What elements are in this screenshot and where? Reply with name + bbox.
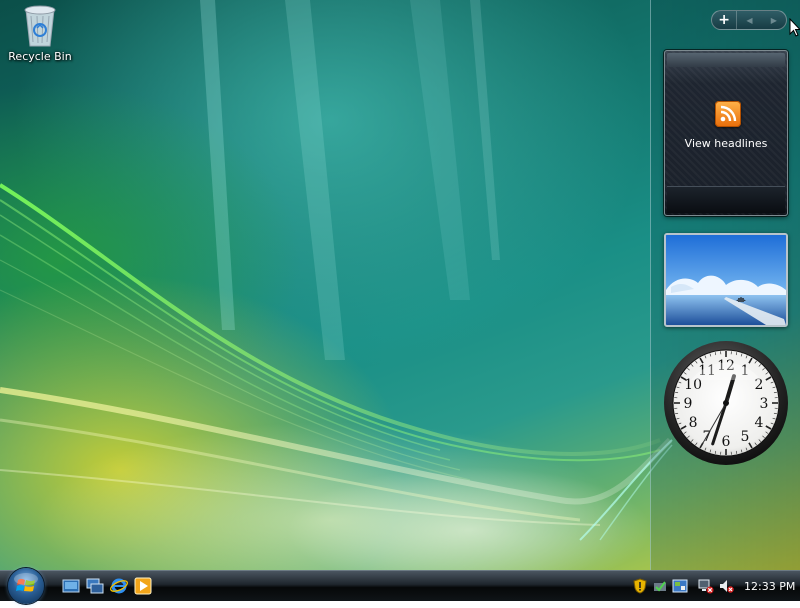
show-desktop-icon[interactable] (62, 577, 80, 595)
sidebar-controls: + ◀ ▶ (711, 10, 787, 30)
gadget-header-strip (667, 53, 785, 67)
mouse-cursor-icon (789, 18, 800, 37)
clock-number: 3 (760, 396, 769, 412)
clock-number: 4 (754, 415, 763, 431)
windows-security-alert-icon[interactable] (632, 578, 648, 594)
desktop-icon-label: Recycle Bin (8, 50, 71, 63)
desktop-icon-recycle-bin[interactable]: Recycle Bin (6, 2, 74, 63)
add-gadget-button[interactable]: + (712, 11, 737, 29)
notification-area: 12:33 PM (628, 571, 800, 601)
analog-clock: 121234567891011 (663, 340, 789, 466)
quick-launch-toolbar (62, 577, 152, 595)
slideshow-gadget[interactable] (664, 233, 788, 327)
rss-feed-icon[interactable] (715, 101, 741, 127)
view-headlines-link[interactable]: View headlines (665, 137, 787, 150)
windows-sidebar: + ◀ ▶ View headlines (650, 0, 800, 570)
next-gadgets-button[interactable]: ▶ (762, 11, 786, 29)
clock-number: 6 (722, 434, 731, 450)
taskbar-clock[interactable]: 12:33 PM (744, 580, 795, 593)
clock-number: 9 (684, 396, 693, 412)
previous-gadgets-button[interactable]: ◀ (737, 11, 761, 29)
gadget-footer-strip (667, 186, 785, 213)
network-disconnected-icon[interactable] (698, 578, 714, 594)
slideshow-photo (666, 235, 786, 325)
media-player-icon[interactable] (134, 577, 152, 595)
network-icon[interactable] (672, 578, 688, 594)
start-button[interactable] (8, 568, 44, 604)
clock-gadget[interactable]: 121234567891011 (663, 340, 789, 466)
internet-explorer-icon[interactable] (110, 577, 128, 595)
taskbar: 12:33 PM (0, 570, 800, 601)
recycle-bin-icon (20, 2, 60, 48)
feed-headlines-gadget[interactable]: View headlines (664, 50, 788, 216)
clock-number: 5 (741, 429, 750, 445)
clock-number: 8 (689, 415, 698, 431)
windows-logo-icon (8, 568, 44, 604)
volume-muted-icon[interactable] (718, 578, 734, 594)
switch-windows-icon[interactable] (86, 577, 104, 595)
windows-defender-icon[interactable] (652, 578, 668, 594)
